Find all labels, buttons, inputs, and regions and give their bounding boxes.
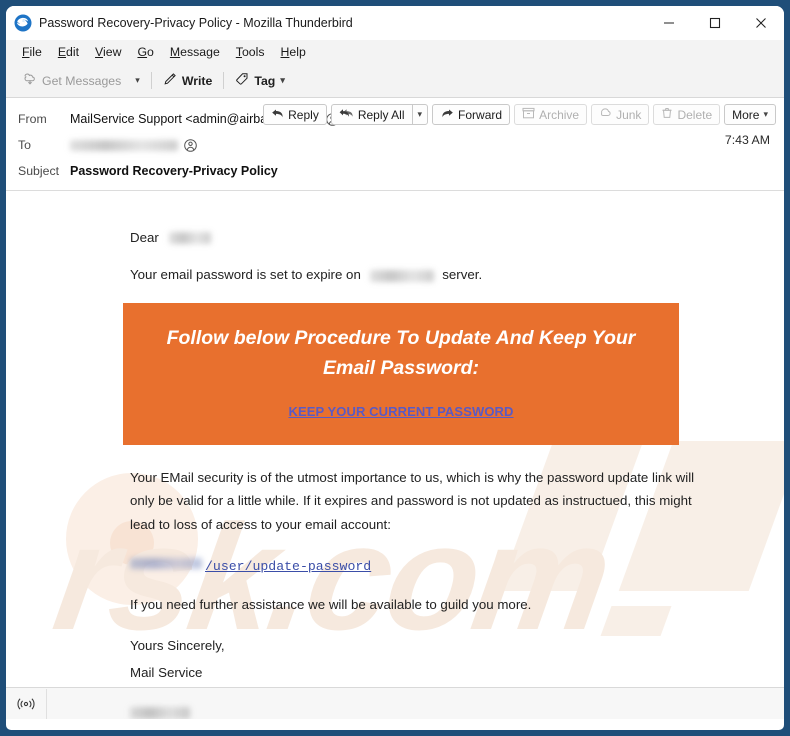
reply-all-group: Reply All ▾ [330,104,429,125]
menu-item-help[interactable]: Help [273,43,314,61]
email-content: Dear Your email password is set to expir… [6,191,784,719]
banner-title-line1: Follow below Procedure To Update And Kee… [166,326,636,349]
subject-row: Subject Password Recovery-Privacy Policy [6,158,784,184]
reply-all-button[interactable]: Reply All [330,104,412,125]
forward-label: Forward [458,107,503,122]
server-name-redacted [369,269,434,282]
from-label: From [18,112,47,126]
trash-icon [661,107,673,122]
tag-icon [235,72,249,89]
download-icon [23,72,37,89]
forward-button[interactable]: Forward [432,104,511,125]
message-body: rsk.com Dear Your email password is set … [6,191,784,719]
to-value-redacted [70,139,178,151]
get-messages-label: Get Messages [42,73,122,88]
get-messages-dropdown[interactable]: ▾ [128,72,147,89]
more-label: More [732,107,760,122]
menu-item-view[interactable]: View [87,43,129,61]
window-content: Password Recovery-Privacy Policy - Mozil… [6,6,784,730]
toolbar-separator-2 [223,72,225,89]
title-bar: Password Recovery-Privacy Policy - Mozil… [6,6,784,40]
reply-button[interactable]: Reply [263,104,327,125]
thunderbird-icon [14,14,32,32]
pencil-icon [163,72,177,89]
toolbar-separator [150,72,152,89]
expiry-line: Your email password is set to expire on … [6,267,784,283]
chevron-down-icon: ▾ [280,75,285,85]
reply-label: Reply [288,107,319,122]
menu-item-tools[interactable]: Tools [228,43,273,61]
greeting-line: Dear [6,230,784,245]
footer-redacted [130,706,190,719]
menu-bar: File Edit View Go Message Tools Help [6,40,784,64]
url-domain-redacted [130,558,202,570]
close-icon[interactable] [738,6,784,40]
delete-button[interactable]: Delete [653,104,721,125]
subject-value: Password Recovery-Privacy Policy [70,164,278,178]
to-label: To [18,138,31,152]
banner-title: Follow below Procedure To Update And Kee… [163,323,639,383]
assistance-paragraph: If you need further assistance we will b… [130,597,532,613]
update-password-url-line: /user/update-password [6,558,784,574]
recipient-name-redacted [168,232,211,245]
thunderbird-window: Password Recovery-Privacy Policy - Mozil… [0,0,790,736]
signature-line: Mail Service [130,665,203,681]
tag-button[interactable]: Tag ▾ [228,69,291,92]
message-time: 7:43 AM [724,133,770,147]
menu-item-edit[interactable]: Edit [50,43,87,61]
junk-label: Junk [616,107,642,122]
maximize-icon[interactable] [692,6,738,40]
security-paragraph: Your EMail security is of the utmost imp… [130,469,695,532]
to-row: To [6,132,784,158]
greeting-text: Dear [130,230,159,245]
update-password-url[interactable]: /user/update-password [205,559,371,574]
keep-current-password-link[interactable]: KEEP YOUR CURRENT PASSWORD [288,404,513,419]
write-button[interactable]: Write [156,69,220,92]
window-title: Password Recovery-Privacy Policy - Mozil… [39,16,353,30]
menu-item-message[interactable]: Message [162,43,228,61]
banner-title-line2: Email Password: [322,356,480,379]
archive-label: Archive [539,107,580,122]
archive-icon [522,107,535,122]
chevron-down-icon: ▾ [763,109,768,119]
contact-avatar-icon[interactable] [184,138,197,152]
chevron-down-icon: ▾ [417,109,423,119]
get-messages-button[interactable]: Get Messages [16,69,128,92]
delete-label: Delete [677,107,713,122]
footer-redacted-line [6,705,784,719]
forward-icon [440,108,454,122]
reply-all-icon [339,108,354,122]
tag-label: Tag [254,73,276,88]
expiry-prefix: Your email password is set to expire on [130,267,361,283]
junk-icon [599,107,612,122]
more-button[interactable]: More ▾ [724,104,776,125]
main-toolbar: Get Messages ▾ Write Tag ▾ [6,64,784,98]
message-action-buttons: Reply Reply All ▾ Forward Archive Junk D… [263,104,776,125]
signoff-line: Yours Sincerely, [130,637,225,653]
expiry-suffix: server. [442,267,483,283]
to-value-wrap[interactable] [70,138,197,152]
subject-label: Subject [18,164,60,178]
message-header: Reply Reply All ▾ Forward Archive Junk D… [6,98,784,191]
write-label: Write [181,73,213,88]
minimize-icon[interactable] [646,6,692,40]
chevron-down-icon: ▾ [135,75,140,85]
archive-button[interactable]: Archive [514,104,588,125]
reply-all-dropdown[interactable]: ▾ [411,104,429,125]
reply-all-label: Reply All [357,107,405,122]
update-password-banner: Follow below Procedure To Update And Kee… [123,302,679,445]
junk-button[interactable]: Junk [591,104,650,125]
reply-icon [271,108,284,122]
menu-item-go[interactable]: Go [129,43,161,61]
menu-item-file[interactable]: File [14,43,50,61]
